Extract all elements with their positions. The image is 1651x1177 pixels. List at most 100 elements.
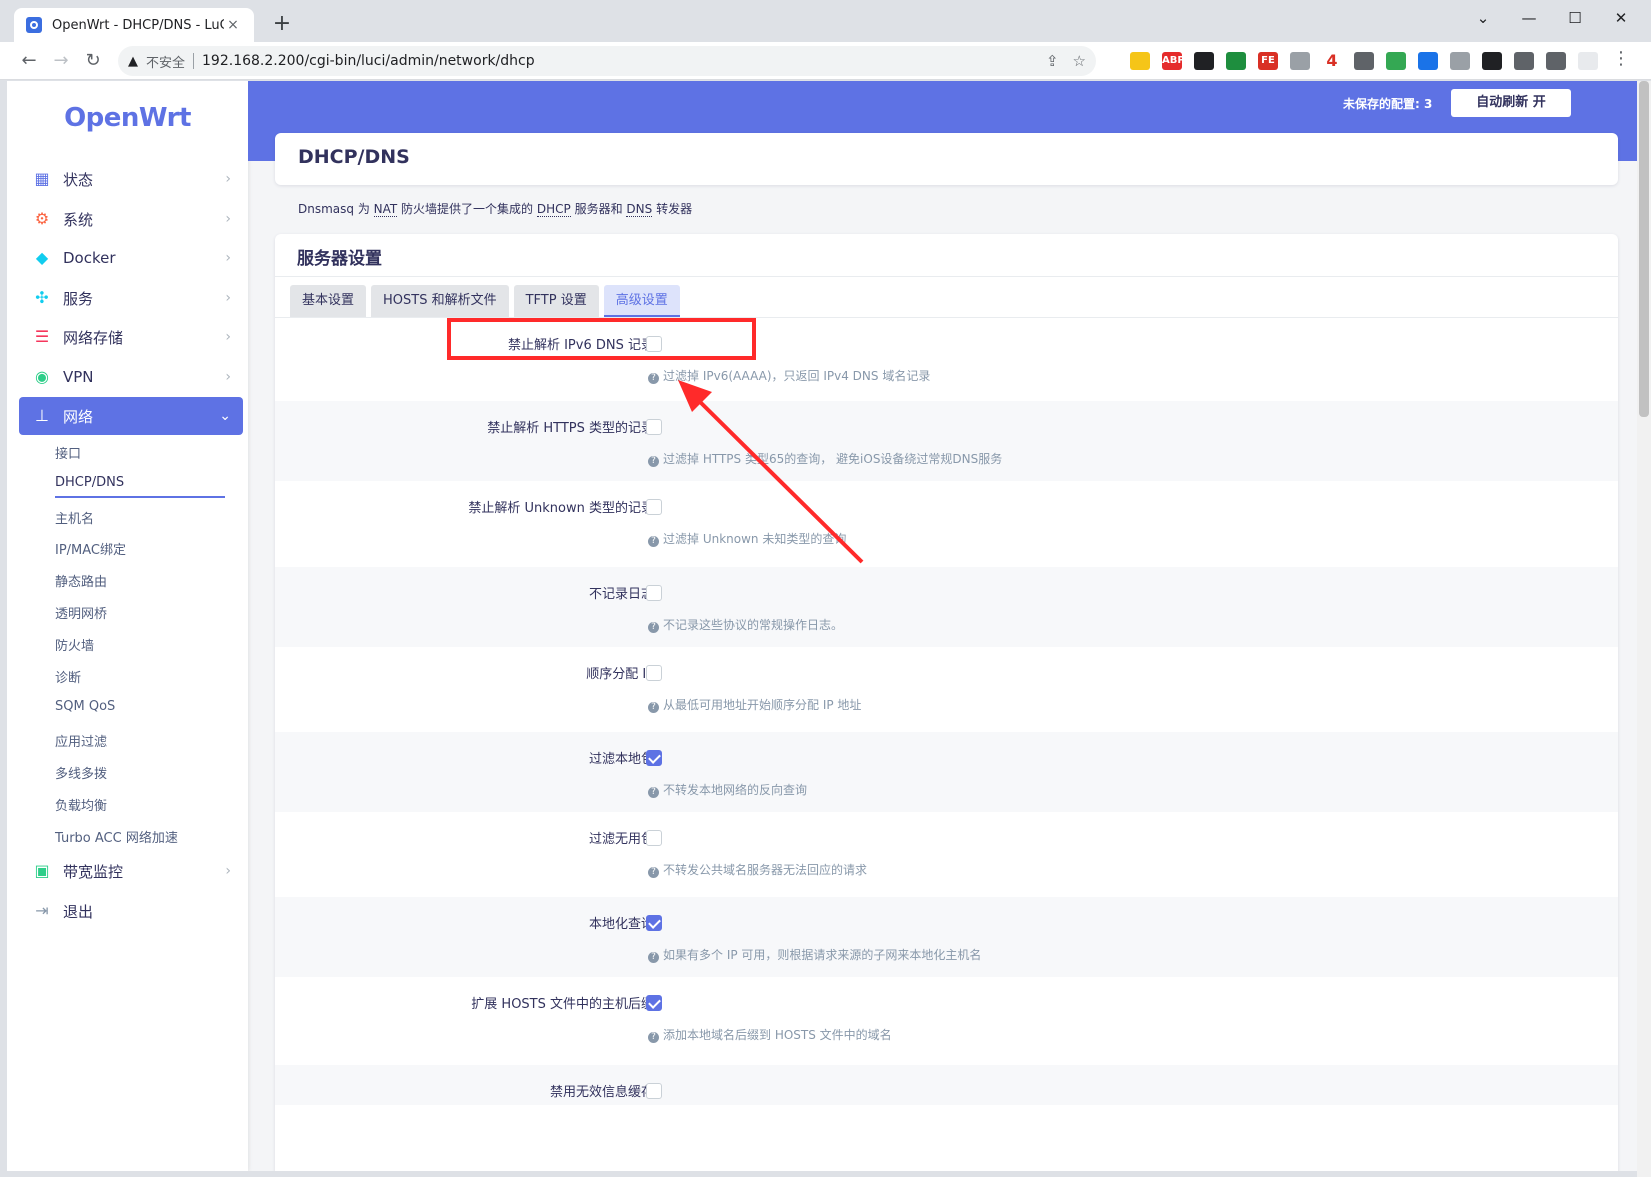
forward-arrow-icon[interactable]: → [48,48,74,74]
unsaved-changes-link[interactable]: 未保存的配置: 3 [1343,95,1432,112]
sidepanel-ext-icon[interactable] [1546,52,1566,70]
scrollbar-thumb[interactable] [1639,81,1649,417]
puzzle-ext-icon[interactable] [1514,52,1534,70]
setting-help-text: 过滤掉 Unknown 未知类型的查询 [663,532,847,546]
openwrt-logo[interactable]: OpenWrt [7,103,248,133]
section-title: 服务器设置 [297,249,382,269]
binoculars-ext-icon[interactable] [1130,52,1150,70]
docker-icon: ◆ [35,248,49,267]
new-tab-button[interactable]: + [268,10,296,38]
setting-help-text: 不转发本地网络的反向查询 [663,783,808,797]
setting-help: ? 不转发公共域名服务器无法回应的请求 [648,861,867,878]
question-circle-icon: ? [648,456,659,467]
sidebar-item-storage[interactable]: ☰ 网络存储 › [19,318,243,356]
sidebar-item-services[interactable]: ✣ 服务 › [19,279,243,317]
main-content: 未保存的配置: 3 自动刷新 开 DHCP/DNS Dnsmasq 为 NAT … [248,81,1637,1171]
sidebar-subitem-diagnostics[interactable]: 诊断 [55,667,81,686]
setting-help-text: 添加本地域名后缀到 HOSTS 文件中的域名 [663,1028,892,1042]
profile-ext-icon[interactable] [1578,52,1598,70]
tab-close-icon[interactable]: × [224,17,242,33]
close-window-icon[interactable]: ✕ [1598,4,1644,32]
setting-label: 顺序分配 IP [586,667,654,682]
auto-refresh-button[interactable]: 自动刷新 开 [1451,89,1571,117]
desc-text: 防火墙提供了一个集成的 [397,202,537,216]
chevron-right-icon: › [225,329,231,345]
settings-row: 过滤无用包? 不转发公共域名服务器无法回应的请求 [275,812,1618,897]
network-icon: ⊥ [35,406,49,425]
sidebar-item-label: VPN [63,368,94,386]
save-ext-icon[interactable] [1418,52,1438,70]
sidebar-subitem-sqm-qos[interactable]: SQM QoS [55,699,115,714]
tab-tftp-settings[interactable]: TFTP 设置 [513,285,599,317]
sidebar-subitem-dhcp-dns[interactable]: DHCP/DNS [55,475,124,490]
setting-checkbox[interactable] [646,830,662,846]
fe-ext-icon[interactable]: FE [1258,52,1278,70]
sidebar-item-logout[interactable]: ⇥ 退出 [19,892,243,930]
sidebar-subitem-multiwan[interactable]: 多线多拨 [55,763,107,782]
setting-label: 过滤本地包 [588,752,654,767]
tab-basic-settings[interactable]: 基本设置 [290,285,367,317]
sidebar-item-docker[interactable]: ◆ Docker › [19,239,243,277]
gear-ext-icon[interactable] [1290,52,1310,70]
dashboard-icon: ▦ [34,169,50,188]
sidebar-subitem-app-filter[interactable]: 应用过滤 [55,731,107,750]
back-arrow-icon[interactable]: ← [16,48,42,74]
annotation-highlight-box [447,318,756,360]
maximize-icon[interactable]: ☐ [1552,4,1598,32]
setting-checkbox[interactable] [646,995,662,1011]
browser-tab[interactable]: OpenWrt - DHCP/DNS - LuCI × [14,8,254,42]
shield-ext-icon[interactable] [1354,52,1374,70]
chevron-down-icon[interactable]: ⌄ [1460,4,1506,32]
sidebar-item-bandwidth-monitor[interactable]: ▣ 带宽监控 › [19,852,243,890]
sidebar-item-label: 状态 [63,170,94,189]
sidebar-item-status[interactable]: ▦ 状态 › [19,160,243,198]
url-text[interactable]: 192.168.2.200/cgi-bin/luci/admin/network… [202,53,1032,69]
kebab-menu-icon[interactable]: ⋮ [1612,48,1630,69]
sidebar-subitem-static-routes[interactable]: 静态路由 [55,571,107,590]
star-icon[interactable]: ☆ [1073,52,1086,70]
question-circle-icon: ? [648,787,659,798]
setting-checkbox[interactable] [646,499,662,515]
play-ext-icon[interactable] [1482,52,1502,70]
setting-help-text: 不转发公共域名服务器无法回应的请求 [663,863,868,877]
sidebar-subitem-load-balance[interactable]: 负载均衡 [55,795,107,814]
abp-ext-icon[interactable]: ABP [1162,52,1185,70]
sidebar-item-system[interactable]: ⚙ 系统 › [19,200,243,238]
dhcp-abbr: DHCP [536,202,571,217]
security-label[interactable]: 不安全 [146,52,185,71]
chevron-right-icon: › [225,290,231,306]
setting-checkbox[interactable] [646,1083,662,1099]
sidebar-item-label: 带宽监控 [63,862,124,881]
sidebar-item-network[interactable]: ⊥ 网络 ⌄ [19,397,243,435]
image-ext-icon[interactable] [1450,52,1470,70]
four-ext-icon[interactable]: 4 [1322,52,1342,70]
globe-ext-icon[interactable] [1386,52,1406,70]
reload-icon[interactable]: ↻ [80,48,106,74]
tab-hosts-resolv[interactable]: HOSTS 和解析文件 [371,285,509,317]
sidebar-subitem-interfaces[interactable]: 接口 [55,443,81,462]
address-bar[interactable]: ▲ 不安全 192.168.2.200/cgi-bin/luci/admin/n… [118,46,1096,76]
tab-ext-icon[interactable] [1226,52,1246,70]
setting-checkbox[interactable] [646,750,662,766]
sidebar-item-vpn[interactable]: ◉ VPN › [19,358,243,396]
setting-checkbox[interactable] [646,419,662,435]
settings-row: 过滤本地包? 不转发本地网络的反向查询 [275,732,1618,812]
spy-ext-icon[interactable] [1194,52,1214,70]
sidebar-subitem-ip-mac-binding[interactable]: IP/MAC绑定 [55,539,126,558]
sidebar-subitem-hostnames[interactable]: 主机名 [55,508,94,527]
active-subitem-underline [55,496,225,498]
sidebar-subitem-turbo-acc[interactable]: Turbo ACC 网络加速 [55,827,178,846]
setting-checkbox[interactable] [646,585,662,601]
warning-triangle-icon[interactable]: ▲ [128,54,138,69]
page-scrollbar[interactable] [1637,81,1651,1177]
sidebar-subitem-transparent-bridge[interactable]: 透明网桥 [55,603,107,622]
setting-checkbox[interactable] [646,665,662,681]
tab-advanced-settings[interactable]: 高级设置 [603,285,680,317]
setting-checkbox[interactable] [646,915,662,931]
vpn-icon: ◉ [35,367,49,386]
sidebar-subitem-firewall[interactable]: 防火墙 [55,635,94,654]
share-icon[interactable]: ⇪ [1046,52,1059,70]
tab-strip: OpenWrt - DHCP/DNS - LuCI × + ⌄ — ☐ ✕ [0,0,1651,42]
minimize-icon[interactable]: — [1506,4,1552,32]
question-circle-icon: ? [648,867,659,878]
